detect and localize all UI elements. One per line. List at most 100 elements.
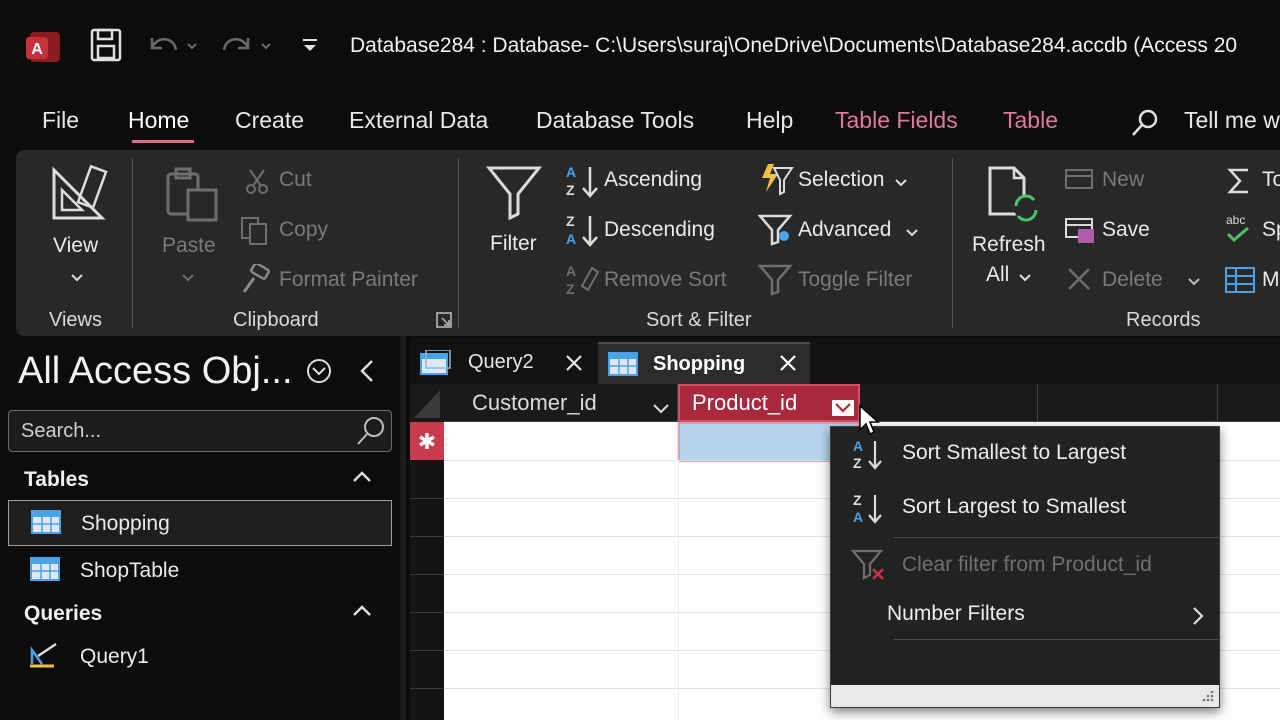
tab-query2[interactable]: Query2 — [412, 342, 596, 384]
copy-icon[interactable] — [240, 216, 270, 251]
new-row-marker-glyph: ✱ — [418, 430, 436, 455]
save-button[interactable]: Save — [1102, 218, 1150, 242]
new-record-marker[interactable]: ✱ — [410, 422, 444, 465]
grid-line — [410, 574, 444, 575]
descending-button[interactable]: Descending — [604, 218, 715, 242]
save-record-icon[interactable] — [1064, 215, 1096, 250]
copy-button[interactable]: Copy — [279, 218, 328, 242]
filter-button[interactable]: Filter — [490, 232, 537, 256]
nav-item-query1[interactable]: Query1 — [8, 634, 392, 680]
totals-icon[interactable] — [1226, 166, 1252, 201]
tables-group-header[interactable]: Tables — [24, 468, 89, 492]
redo-icon[interactable] — [218, 28, 278, 67]
chevron-down-icon[interactable] — [70, 270, 84, 288]
selection-filter-icon[interactable] — [758, 162, 794, 201]
advanced-filter-icon[interactable] — [757, 212, 794, 251]
menu-home[interactable]: Home — [128, 107, 189, 134]
window-title: Database284 : Database- C:\Users\suraj\O… — [350, 34, 1238, 57]
tell-me-box[interactable]: Tell me w — [1184, 107, 1280, 134]
select-all-corner[interactable] — [410, 384, 444, 427]
chevron-up-icon[interactable] — [352, 604, 372, 623]
more-button[interactable]: M — [1262, 268, 1280, 292]
toggle-filter-button[interactable]: Toggle Filter — [798, 268, 912, 292]
refresh-all-label[interactable]: All — [986, 263, 1009, 287]
column-dropdown-icon[interactable] — [652, 396, 670, 422]
dialog-launcher-icon[interactable] — [436, 312, 452, 333]
menu-table[interactable]: Table — [1003, 107, 1058, 134]
remove-sort-button[interactable]: Remove Sort — [604, 268, 727, 292]
toggle-filter-icon[interactable] — [757, 262, 794, 301]
spelling-button[interactable]: Sp — [1262, 218, 1280, 242]
chevron-down-icon[interactable] — [181, 270, 195, 288]
nav-item-shoptable[interactable]: ShopTable — [8, 548, 392, 594]
advanced-button[interactable]: Advanced — [798, 218, 891, 242]
sort-largest-to-smallest[interactable]: ZA Sort Largest to Smallest — [831, 483, 1219, 533]
tab-label: Query2 — [468, 351, 534, 373]
menu-file[interactable]: File — [42, 107, 79, 134]
nav-dropdown-icon[interactable] — [306, 358, 332, 389]
tab-shopping[interactable]: Shopping — [598, 342, 810, 384]
save-icon[interactable] — [90, 28, 122, 67]
menu-table-fields[interactable]: Table Fields — [835, 107, 958, 134]
column-header-product-id[interactable]: Product_id — [678, 384, 860, 422]
sort-ascending-icon[interactable]: AZ — [564, 163, 604, 204]
grid-line — [410, 536, 444, 537]
nav-pane-splitter[interactable] — [400, 336, 406, 720]
chevron-up-icon[interactable] — [352, 470, 372, 489]
ascending-button[interactable]: Ascending — [604, 168, 702, 192]
search-icon[interactable] — [355, 415, 387, 452]
chevron-down-icon[interactable] — [1018, 270, 1032, 288]
view-button[interactable]: View — [53, 234, 98, 258]
more-grid-icon[interactable] — [1224, 266, 1256, 301]
customize-toolbar-icon[interactable] — [300, 38, 320, 59]
column-dropdown-icon[interactable] — [832, 396, 854, 422]
delete-button[interactable]: Delete — [1102, 268, 1163, 292]
sort-smallest-to-largest[interactable]: AZ Sort Smallest to Largest — [831, 429, 1219, 479]
menu-item-label: Sort Largest to Smallest — [902, 495, 1127, 518]
menu-resize-bar[interactable] — [831, 685, 1219, 707]
selection-button[interactable]: Selection — [798, 168, 884, 192]
menu-create[interactable]: Create — [235, 107, 304, 134]
remove-sort-icon[interactable]: AZ — [564, 262, 604, 303]
refresh-button[interactable]: Refresh — [972, 233, 1046, 257]
cell-customer-id[interactable] — [444, 422, 678, 460]
column-header-empty[interactable] — [860, 384, 1038, 422]
nav-item-shopping[interactable]: Shopping — [8, 500, 392, 546]
queries-group-header[interactable]: Queries — [24, 602, 102, 626]
format-painter-button[interactable]: Format Painter — [279, 268, 418, 292]
paste-icon[interactable] — [164, 166, 220, 229]
menu-external-data[interactable]: External Data — [349, 107, 488, 134]
undo-icon[interactable] — [146, 28, 198, 67]
cut-icon[interactable] — [244, 168, 270, 201]
menu-database-tools[interactable]: Database Tools — [536, 107, 694, 134]
sort-descending-icon[interactable]: ZA — [564, 212, 604, 253]
search-icon[interactable] — [1130, 108, 1160, 143]
delete-icon[interactable] — [1066, 266, 1092, 297]
svg-text:Z: Z — [853, 492, 862, 508]
close-icon[interactable] — [778, 353, 798, 378]
spelling-icon[interactable]: abc — [1224, 212, 1254, 251]
new-button[interactable]: New — [1102, 168, 1144, 192]
format-painter-icon[interactable] — [240, 262, 272, 299]
column-header-empty[interactable] — [1038, 384, 1218, 422]
resize-grip-icon[interactable] — [1201, 689, 1215, 708]
chevron-down-icon[interactable] — [1187, 274, 1201, 292]
filter-icon[interactable] — [485, 164, 543, 227]
nav-search-input[interactable]: Search... — [8, 410, 392, 452]
svg-text:abc: abc — [1226, 213, 1245, 227]
close-icon[interactable] — [564, 353, 584, 378]
number-filters-item[interactable]: Number Filters — [831, 590, 1219, 640]
new-record-icon[interactable] — [1064, 166, 1096, 199]
clear-filter-item[interactable]: Clear filter from Product_id — [831, 541, 1219, 591]
paste-button[interactable]: Paste — [162, 234, 216, 258]
chevron-down-icon[interactable] — [894, 175, 908, 193]
totals-button[interactable]: To — [1262, 168, 1280, 192]
refresh-all-icon[interactable] — [986, 164, 1046, 229]
design-view-icon[interactable] — [50, 164, 108, 227]
menu-help[interactable]: Help — [746, 107, 793, 134]
nav-pane-title[interactable]: All Access Obj... — [18, 350, 293, 393]
chevron-down-icon[interactable] — [905, 225, 919, 243]
column-header-customer-id[interactable]: Customer_id — [444, 384, 678, 422]
cut-button[interactable]: Cut — [279, 168, 312, 192]
collapse-pane-icon[interactable] — [358, 358, 376, 389]
